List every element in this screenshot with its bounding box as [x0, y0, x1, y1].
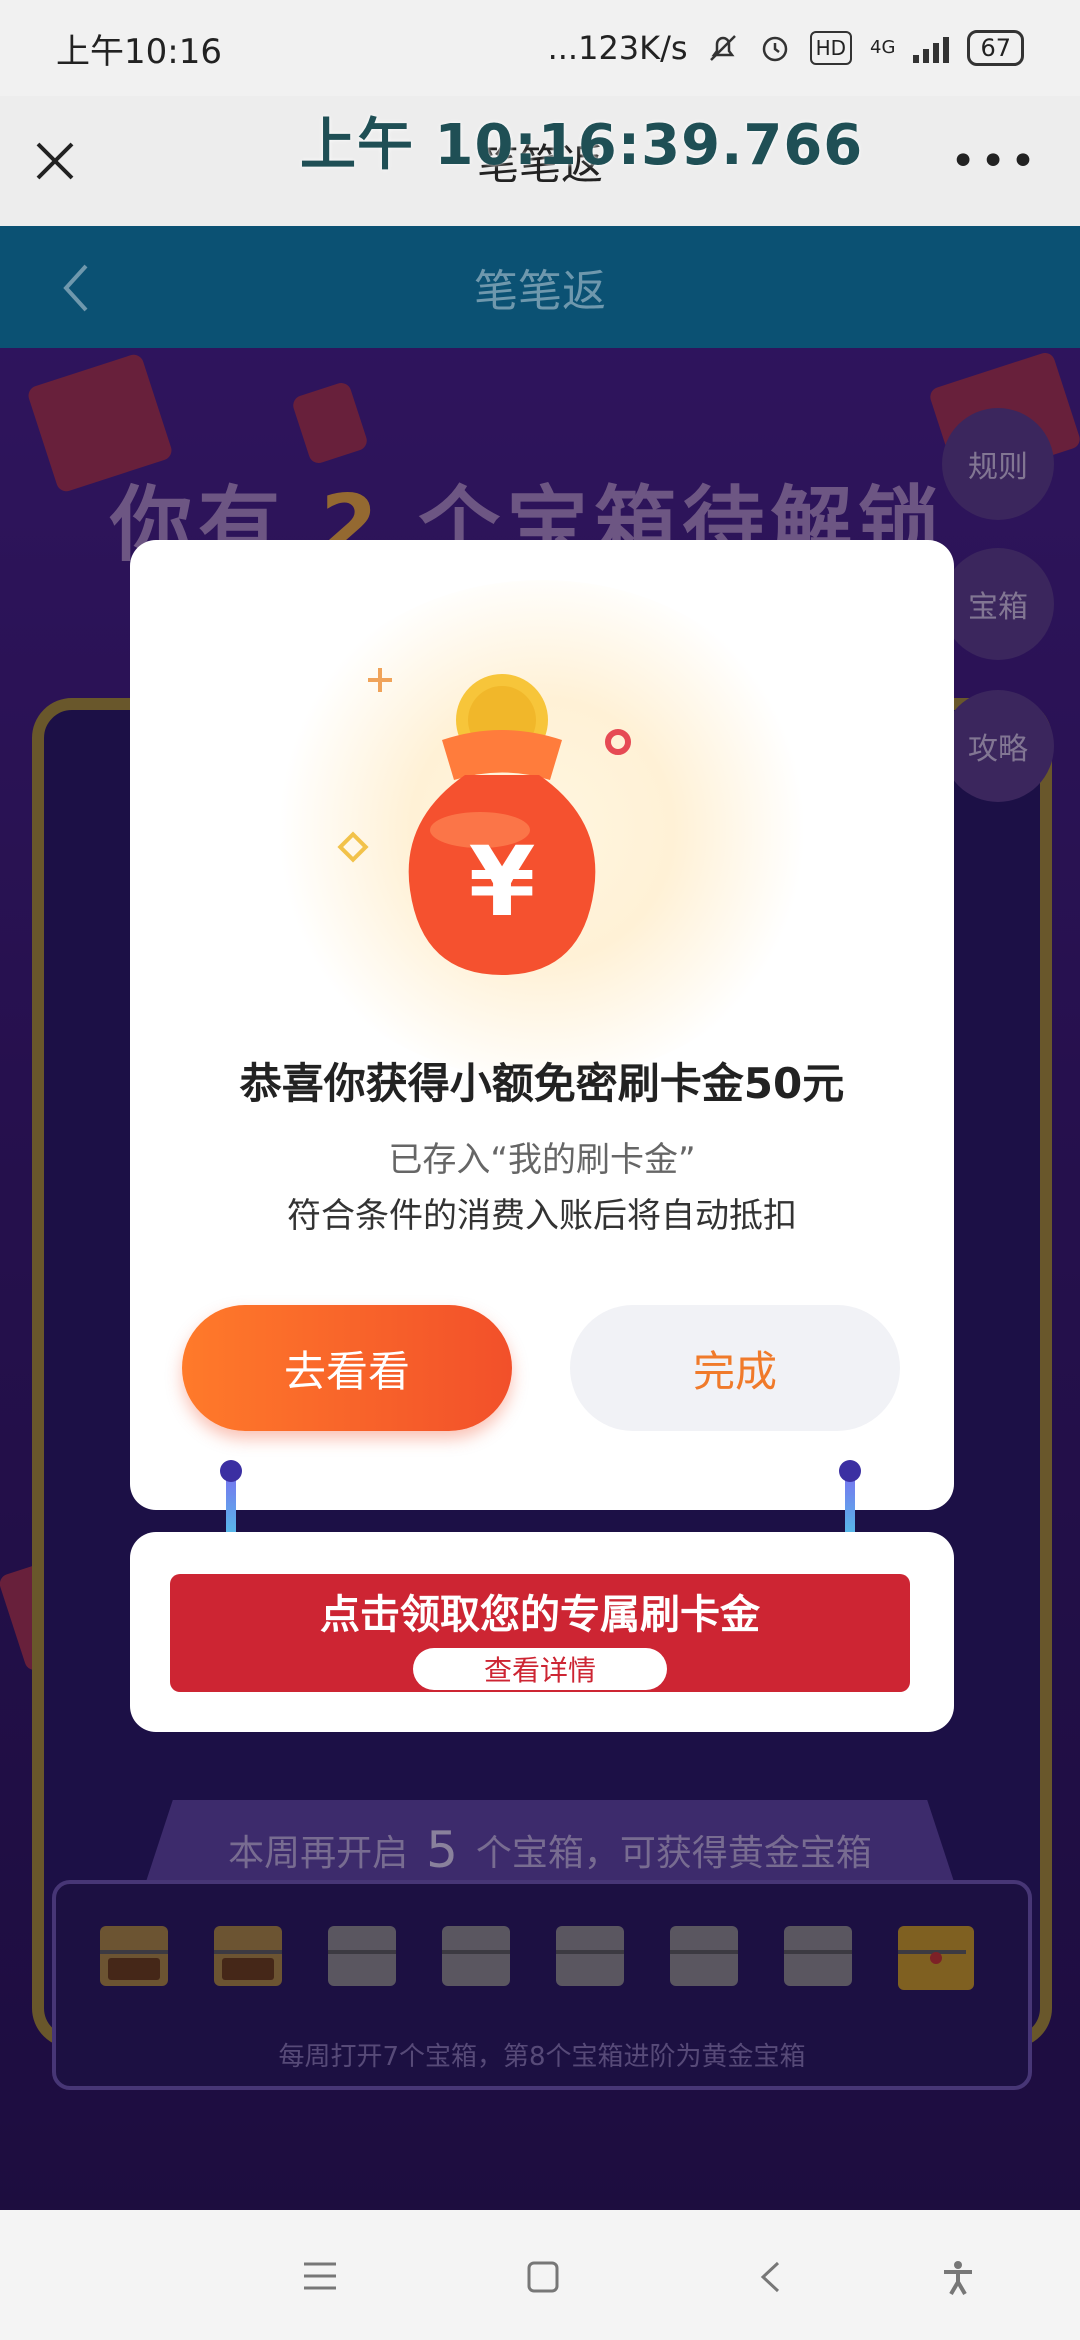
app-title: 笔笔返	[474, 266, 606, 317]
home-icon[interactable]	[526, 2260, 560, 2294]
accessibility-icon[interactable]	[940, 2260, 976, 2296]
app-header: 笔笔返	[0, 226, 1080, 348]
back-arrow-icon[interactable]	[56, 260, 96, 316]
view-details-button[interactable]: 查看详情	[413, 1648, 667, 1690]
more-icon[interactable]: •••	[950, 136, 1040, 187]
menu-icon[interactable]	[302, 2260, 338, 2292]
hd-badge: HD	[809, 31, 853, 65]
status-time: 上午10:16	[56, 31, 222, 72]
money-bag-icon: ¥	[337, 668, 631, 975]
reward-usage-note: 符合条件的消费入账后将自动抵扣	[287, 1196, 797, 1236]
status-icons: ...123K/s HD 4G 67	[548, 29, 1024, 67]
reward-modal: ¥ 恭喜你获得小额免密刷卡金50元 已存入“我的刷卡金” 符合条件的消费入账后将…	[130, 540, 954, 1510]
svg-text:¥: ¥	[469, 826, 536, 938]
system-nav-bar	[0, 2210, 1080, 2340]
reward-saved-note: 已存入“我的刷卡金”	[388, 1140, 696, 1180]
signal-icon	[913, 33, 950, 63]
done-button[interactable]: 完成	[570, 1305, 900, 1431]
go-view-button[interactable]: 去看看	[182, 1305, 512, 1431]
reward-title: 恭喜你获得小额免密刷卡金50元	[239, 1059, 845, 1108]
promo-banner-title: 点击领取您的专属刷卡金	[320, 1592, 760, 1638]
net-speed: ...123K/s	[547, 29, 688, 67]
battery-icon: 67	[967, 30, 1024, 66]
promo-banner[interactable]: 点击领取您的专属刷卡金 查看详情	[170, 1574, 910, 1692]
back-icon[interactable]	[758, 2260, 782, 2294]
close-icon[interactable]	[30, 136, 80, 186]
bell-muted-icon	[709, 35, 736, 61]
promo-banner-card[interactable]: 点击领取您的专属刷卡金 查看详情	[130, 1532, 954, 1732]
network-type: 4G	[870, 37, 896, 58]
status-bar: 上午10:16 ...123K/s HD 4G 67	[0, 0, 1080, 96]
screenshot-timestamp: 上午 10:16:39.766	[300, 113, 864, 178]
alarm-icon	[762, 36, 787, 62]
